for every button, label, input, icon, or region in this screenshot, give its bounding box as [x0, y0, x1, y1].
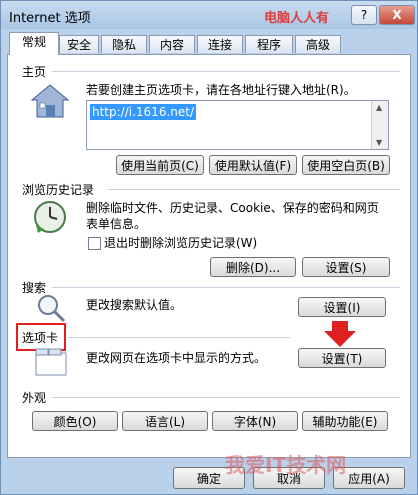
- colors-button[interactable]: 颜色(O): [32, 411, 118, 431]
- divider: [52, 287, 400, 288]
- window-title: Internet 选项: [9, 11, 91, 26]
- history-clock-icon: [34, 201, 66, 233]
- scroll-up-icon: ▲: [376, 103, 383, 112]
- use-default-button[interactable]: 使用默认值(F): [209, 155, 297, 175]
- general-panel: 主页 若要创建主页选项卡，请在各地址行键入地址(R)。 http://i.161…: [7, 54, 411, 458]
- help-button[interactable]: ?: [351, 5, 377, 25]
- tabs-description: 更改网页在选项卡中显示的方式。: [86, 351, 267, 365]
- tab-advanced[interactable]: 高级: [295, 35, 341, 53]
- watermark-bottom-text: 我爱IT技术网: [225, 453, 347, 477]
- history-description: 删除临时文件、历史记录、Cookie、保存的密码和网页表单信息。: [86, 201, 379, 231]
- search-description: 更改搜索默认值。: [86, 298, 183, 312]
- scroll-down-icon: ▼: [376, 138, 383, 147]
- title-bar: Internet 选项 电脑人人有 ? X: [1, 1, 417, 29]
- appearance-section-title: 外观: [22, 391, 47, 405]
- search-settings-button[interactable]: 设置(I): [298, 297, 386, 317]
- use-blank-button[interactable]: 使用空白页(B): [302, 155, 390, 175]
- internet-options-window: Internet 选项 电脑人人有 ? X 常规 安全 隐私 内容 连接 程序 …: [0, 0, 418, 495]
- tab-privacy[interactable]: 隐私: [101, 35, 147, 53]
- divider: [108, 189, 400, 190]
- delete-on-exit-checkbox[interactable]: [88, 237, 101, 250]
- tabs-icon: [35, 348, 67, 376]
- close-button[interactable]: X: [379, 5, 415, 25]
- tab-programs[interactable]: 程序: [245, 35, 293, 53]
- history-settings-button[interactable]: 设置(S): [302, 257, 390, 277]
- tab-connections[interactable]: 连接: [197, 35, 243, 53]
- divider: [52, 397, 400, 398]
- home-url-value: http://i.1616.net/: [90, 104, 196, 120]
- tabs-section-title: 选项卡: [22, 331, 59, 345]
- home-instruction: 若要创建主页选项卡，请在各地址行键入地址(R)。: [86, 83, 356, 97]
- red-arrow-down-icon: [324, 321, 356, 347]
- tab-content[interactable]: 内容: [149, 35, 195, 53]
- watermark-bottom: 我爱IT技术网: [199, 421, 414, 493]
- watermark-top: 电脑人人有: [264, 11, 330, 26]
- home-url-field[interactable]: http://i.1616.net/ ▲ ▼: [86, 100, 389, 150]
- home-section-title: 主页: [22, 65, 47, 79]
- search-magnifier-icon: [38, 295, 66, 323]
- tab-security[interactable]: 安全: [59, 35, 99, 53]
- use-current-button[interactable]: 使用当前页(C): [116, 155, 204, 175]
- divider: [52, 71, 400, 72]
- tab-general[interactable]: 常规: [9, 32, 59, 55]
- home-icon: [30, 84, 70, 118]
- tabs-settings-button[interactable]: 设置(T): [298, 348, 386, 368]
- languages-button[interactable]: 语言(L): [122, 411, 208, 431]
- scrollbar[interactable]: ▲ ▼: [371, 101, 388, 149]
- delete-history-button[interactable]: 删除(D)...: [210, 257, 296, 277]
- history-section-title: 浏览历史记录: [22, 183, 95, 197]
- delete-on-exit-label: 退出时删除浏览历史记录(W): [104, 236, 258, 250]
- divider: [68, 337, 290, 338]
